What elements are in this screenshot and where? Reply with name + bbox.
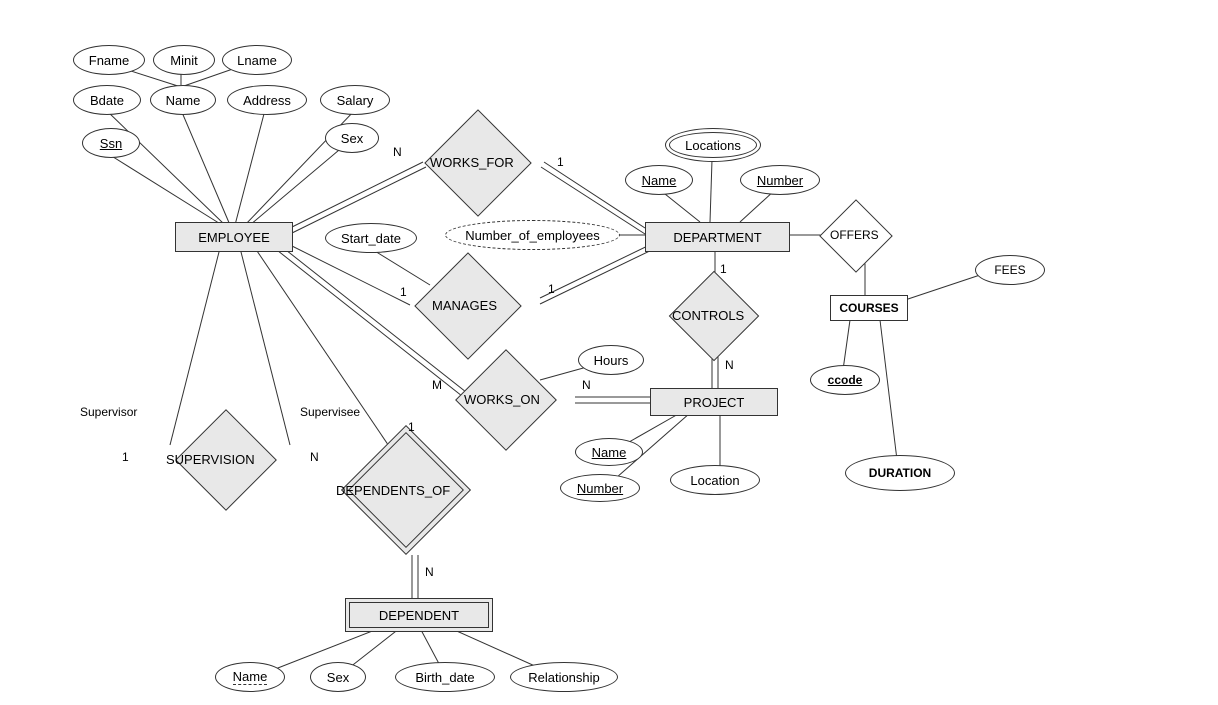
attr-fees: FEES xyxy=(975,255,1045,285)
attr-number-dept: Number xyxy=(740,165,820,195)
attr-name-dep: Name xyxy=(215,662,285,692)
attr-name-emp: Name xyxy=(150,85,216,115)
card-1-depof: 1 xyxy=(408,420,415,434)
card-1-controls: 1 xyxy=(720,262,727,276)
attr-locations: Locations xyxy=(665,128,761,162)
role-supervisor: Supervisor xyxy=(80,405,137,419)
attr-minit: Minit xyxy=(153,45,215,75)
card-1-manages-l: 1 xyxy=(400,285,407,299)
attr-salary: Salary xyxy=(320,85,390,115)
attr-location-proj: Location xyxy=(670,465,760,495)
attr-address: Address xyxy=(227,85,307,115)
attr-relationship: Relationship xyxy=(510,662,618,692)
attr-fname: Fname xyxy=(73,45,145,75)
card-n-depof: N xyxy=(425,565,434,579)
attr-sex: Sex xyxy=(325,123,379,153)
attr-hours: Hours xyxy=(578,345,644,375)
card-n-worksfor: N xyxy=(393,145,402,159)
card-1-worksfor: 1 xyxy=(557,155,564,169)
card-n-controls: N xyxy=(725,358,734,372)
attr-name-dept: Name xyxy=(625,165,693,195)
card-1-manages-r: 1 xyxy=(548,282,555,296)
attr-bdate: Bdate xyxy=(73,85,141,115)
entity-employee: EMPLOYEE xyxy=(175,222,293,252)
attr-start-date: Start_date xyxy=(325,223,417,253)
attr-lname: Lname xyxy=(222,45,292,75)
entity-department: DEPARTMENT xyxy=(645,222,790,252)
attr-ssn: Ssn xyxy=(82,128,140,158)
attr-ccode: ccode xyxy=(810,365,880,395)
entity-dependent: DEPENDENT xyxy=(345,598,493,632)
attr-duration: DURATION xyxy=(845,455,955,491)
card-m-workson: M xyxy=(432,378,442,392)
attr-sex-dep: Sex xyxy=(310,662,366,692)
attr-name-proj: Name xyxy=(575,438,643,466)
role-supervisee: Supervisee xyxy=(300,405,360,419)
attr-num-employees: Number_of_employees xyxy=(445,220,620,250)
attr-birth-date: Birth_date xyxy=(395,662,495,692)
entity-project: PROJECT xyxy=(650,388,778,416)
card-1-supervision: 1 xyxy=(122,450,129,464)
entity-courses: COURSES xyxy=(830,295,908,321)
card-n-supervision: N xyxy=(310,450,319,464)
card-n-workson: N xyxy=(582,378,591,392)
attr-number-proj: Number xyxy=(560,474,640,502)
